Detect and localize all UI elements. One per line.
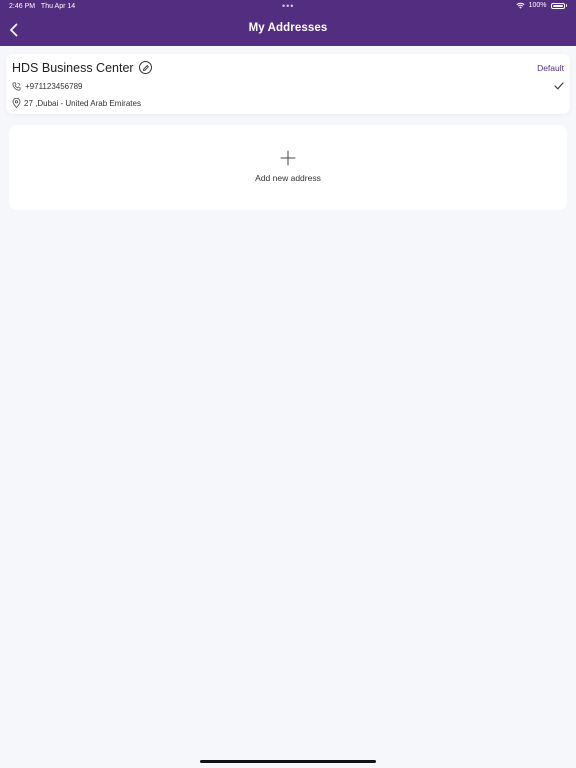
status-indicators: 100% <box>516 2 567 9</box>
pencil-icon <box>142 64 149 71</box>
address-card[interactable]: HDS Business Center Default +97112345678… <box>6 54 570 114</box>
multitasking-dots: ••• <box>282 1 295 11</box>
battery-icon <box>550 2 565 9</box>
battery-percent: 100% <box>528 2 547 9</box>
home-indicator <box>200 760 376 763</box>
status-time-date: 2:46 PM Thu Apr 14 <box>9 3 75 10</box>
wifi-icon <box>516 2 525 9</box>
page-title: My Addresses <box>248 22 328 34</box>
status-bar: 2:46 PM Thu Apr 14 ••• 100% <box>0 0 576 14</box>
phone-number: +971123456789 <box>25 82 83 91</box>
check-icon <box>554 82 564 90</box>
address-name: HDS Business Center <box>12 61 134 75</box>
phone-row: +971123456789 <box>12 82 82 91</box>
add-new-address-label: Add new address <box>255 173 321 183</box>
app-header: 2:46 PM Thu Apr 14 ••• 100% My Addresses <box>0 0 576 46</box>
add-new-address-button[interactable]: Add new address <box>9 125 567 210</box>
location-pin-icon <box>12 98 21 108</box>
battery-tip <box>565 4 567 7</box>
address-location: 27 ,Dubai - United Arab Emirates <box>24 98 141 108</box>
plus-icon <box>280 150 296 166</box>
phone-icon <box>12 82 21 91</box>
edit-address-button[interactable] <box>139 61 152 74</box>
status-time: 2:46 PM <box>9 3 36 10</box>
status-date: Thu Apr 14 <box>40 3 76 10</box>
default-label: Default <box>537 63 564 73</box>
location-row: 27 ,Dubai - United Arab Emirates <box>12 98 141 108</box>
